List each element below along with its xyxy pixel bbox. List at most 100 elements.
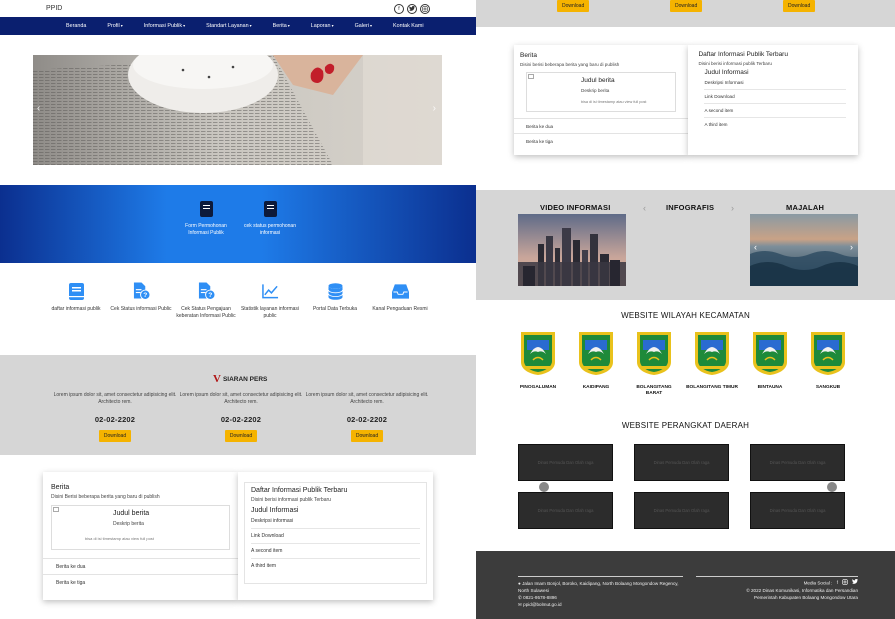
opd-label: Dinas Pemuda Dan Olah raga (769, 508, 826, 513)
opd-label: Dinas Pemuda Dan Olah raga (653, 508, 710, 513)
kecamatan-item[interactable]: PINOGALUMAN (512, 330, 564, 391)
list-item[interactable]: A third item (251, 559, 420, 573)
featured-news[interactable]: Judul berita Deskrip berita bisa di isi … (526, 72, 677, 112)
kecamatan-item[interactable]: BOLANGITANG TIMUR (686, 330, 738, 391)
majalah-title: MAJALAH (786, 203, 825, 212)
news-timestamp: bisa di isi timestamp atau view full pos… (85, 536, 154, 541)
download-button[interactable]: Download (670, 0, 703, 12)
list-item[interactable]: A second item (251, 544, 420, 559)
nav-label: Kontak Kami (392, 23, 424, 29)
download-button[interactable]: Download (98, 429, 132, 442)
list-item[interactable]: Berita ke tiga (43, 574, 238, 590)
download-button[interactable]: Download (350, 429, 384, 442)
kecamatan-item[interactable]: BOLANGITANG BARAT (628, 330, 680, 397)
footer-divider (696, 576, 858, 577)
download-link[interactable]: Link Download (251, 529, 420, 544)
press-text: Lorem ipsum dolor sit, amet consectetur … (53, 392, 177, 406)
video-informasi-title: VIDEO INFORMASI (540, 203, 611, 212)
chevron-left-icon[interactable]: ‹ (754, 242, 757, 252)
facebook-icon[interactable]: f (837, 579, 838, 587)
regency-emblem-icon (695, 332, 729, 375)
opd-label: Dinas Pemuda Dan Olah raga (537, 460, 594, 465)
svg-text:?: ? (143, 292, 147, 299)
nav-item-beranda[interactable]: Beranda (66, 23, 95, 29)
nav-item-berita[interactable]: Berita▾ (273, 23, 299, 29)
opd-card[interactable]: Dinas Pemuda Dan Olah raga (634, 444, 729, 481)
opd-card[interactable]: Dinas Pemuda Dan Olah raga (750, 492, 845, 529)
nav-item-galeri[interactable]: Galeri▾ (355, 23, 381, 29)
kecamatan-item[interactable]: SANGKUB (802, 330, 854, 391)
news-desc: Deskrip berita (113, 521, 144, 527)
list-item[interactable]: A second item (704, 104, 846, 118)
download-button[interactable]: Download (224, 429, 258, 442)
download-button[interactable]: Download (783, 0, 816, 12)
footer-email[interactable]: ppid@bolmut.go.id (523, 602, 561, 607)
footer-divider (518, 576, 683, 577)
news-title: Judul berita (113, 510, 150, 517)
location-icon: ● (518, 581, 521, 586)
twitter-icon[interactable] (852, 578, 858, 587)
hero-carousel[interactable]: ‹ › (33, 55, 442, 165)
news-and-info-cards-repeat: Berita Disini berisi beberapa berita yan… (514, 45, 858, 155)
services-row: daftar informasi publik ? Cek Status inf… (0, 280, 476, 340)
social-links: f (394, 3, 430, 14)
featured-news[interactable]: Judul berita Deskrip berita bisa di isi … (51, 505, 230, 550)
kecamatan-label: SANGKUB (815, 385, 841, 390)
brand[interactable]: PPID (46, 5, 62, 12)
opd-card[interactable]: Dinas Pemuda Dan Olah raga (518, 444, 613, 481)
facebook-icon[interactable]: f (394, 3, 404, 14)
opd-card[interactable]: Dinas Pemuda Dan Olah raga (634, 492, 729, 529)
nav-item-standart-layanan[interactable]: Standart Layanan▾ (206, 23, 261, 29)
news-and-info-cards: Berita Disini Berisi beberapa berita yan… (43, 472, 433, 600)
kecamatan-label: KAIDIPANG (582, 385, 610, 390)
quick-link-label: Form Permohonan Informasi Publik (185, 223, 227, 236)
service-statistik[interactable]: Statistik layanan informasi public (237, 280, 303, 320)
service-daftar-informasi[interactable]: daftar informasi publik (43, 280, 109, 313)
nav-label: Laporan (310, 23, 331, 29)
service-cek-status-keberatan[interactable]: ? Cek Status Pengajuan keberatan Informa… (173, 280, 239, 320)
service-cek-status-informasi[interactable]: ? Cek Status informasi Public (108, 280, 174, 313)
chart-line-icon (261, 282, 279, 300)
instagram-icon[interactable] (842, 579, 848, 587)
nav-item-laporan[interactable]: Laporan▾ (311, 23, 343, 29)
quick-link-form-permohonan[interactable]: Form Permohonan Informasi Publik (176, 201, 236, 236)
press-release-section: V SIARAN PERS Lorem ipsum dolor sit, ame… (0, 355, 476, 455)
infografis-title: INFOGRAFIS (666, 203, 715, 212)
service-portal-data[interactable]: Portal Data Terbuka (302, 280, 368, 313)
list-item[interactable]: Berita ke dua (43, 558, 238, 574)
footer-address: Jalan Imam Bonjol, Boroko, Kaidipang, No… (518, 581, 679, 594)
card-subtitle: Disini berisi beberapa berita yang baru … (520, 62, 620, 67)
chevron-right-icon[interactable]: › (850, 242, 853, 252)
opd-card[interactable]: Dinas Pemuda Dan Olah raga (518, 492, 613, 529)
instagram-icon[interactable] (420, 3, 430, 14)
list-item[interactable]: A third item (704, 118, 846, 131)
video-thumbnail[interactable] (518, 214, 626, 286)
download-button[interactable]: Download (557, 0, 590, 12)
nav-item-informasi-publik[interactable]: Informasi Publik▾ (144, 23, 194, 29)
news-timestamp: bisa di isi timestamp atau view full pos… (581, 100, 647, 104)
carousel-next-dot[interactable] (827, 482, 837, 492)
file-question-icon: ? (133, 282, 150, 300)
left-column: PPID f Beranda Profil▾ Informasi Publik▾ St… (0, 0, 476, 619)
majalah-thumbnail[interactable]: ‹ › (750, 214, 858, 286)
chevron-left-icon[interactable]: ‹ (37, 103, 40, 114)
list-item[interactable]: Berita ke dua (514, 118, 689, 133)
kecamatan-item[interactable]: BINTAUNA (744, 330, 796, 391)
service-kanal-pengaduan[interactable]: Kanal Pengaduan Resmi (367, 280, 433, 313)
footer-phone[interactable]: 0821-9578-8896 (523, 595, 557, 600)
opd-card[interactable]: Dinas Pemuda Dan Olah raga (750, 444, 845, 481)
nav-item-profil[interactable]: Profil▾ (107, 23, 131, 29)
opd-label: Dinas Pemuda Dan Olah raga (537, 508, 594, 513)
download-link[interactable]: Link Download (704, 90, 846, 104)
twitter-icon[interactable] (407, 3, 417, 14)
chevron-right-icon[interactable]: › (433, 103, 436, 114)
footer-contact: ● Jalan Imam Bonjol, Boroko, Kaidipang, … (518, 580, 688, 608)
chevron-left-icon[interactable]: ‹ (643, 203, 646, 213)
nav-item-kontak-kami[interactable]: Kontak Kami (393, 23, 433, 29)
list-item[interactable]: Berita ke tiga (514, 133, 689, 148)
kecamatan-item[interactable]: KAIDIPANG (570, 330, 622, 391)
carousel-prev-dot[interactable] (539, 482, 549, 492)
chevron-right-icon[interactable]: › (731, 203, 734, 213)
service-label: Kanal Pengaduan Resmi (372, 306, 428, 312)
quick-link-cek-status[interactable]: cek status permohonan informasi (240, 201, 300, 236)
